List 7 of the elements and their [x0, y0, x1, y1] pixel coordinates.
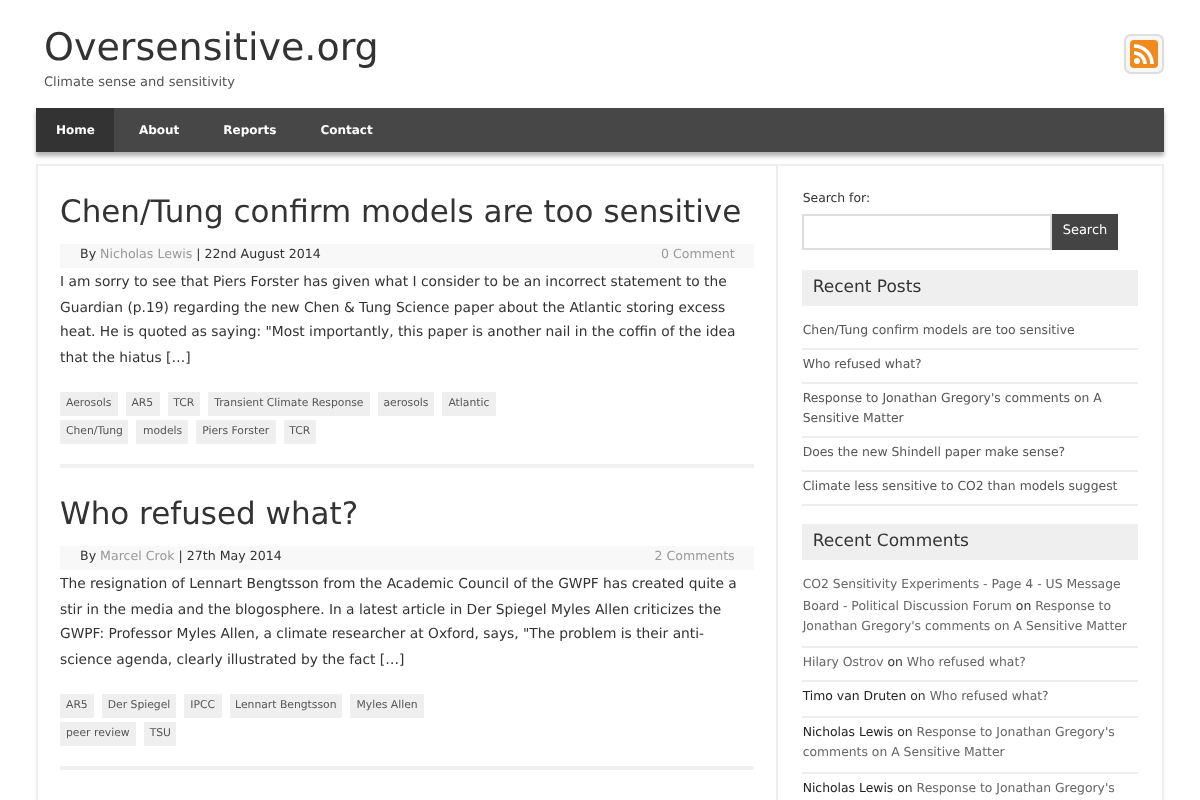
post-title[interactable]: Who refused what?: [60, 492, 755, 536]
post-title[interactable]: Chen/Tung confirm models are too sensitive: [60, 190, 755, 234]
widget-heading: Recent Posts: [802, 270, 1138, 307]
search-field[interactable]: [802, 214, 1053, 251]
site-title[interactable]: Oversensitive.org: [44, 24, 379, 72]
rss-icon[interactable]: [1124, 34, 1164, 74]
widget-heading: Recent Comments: [802, 524, 1138, 561]
